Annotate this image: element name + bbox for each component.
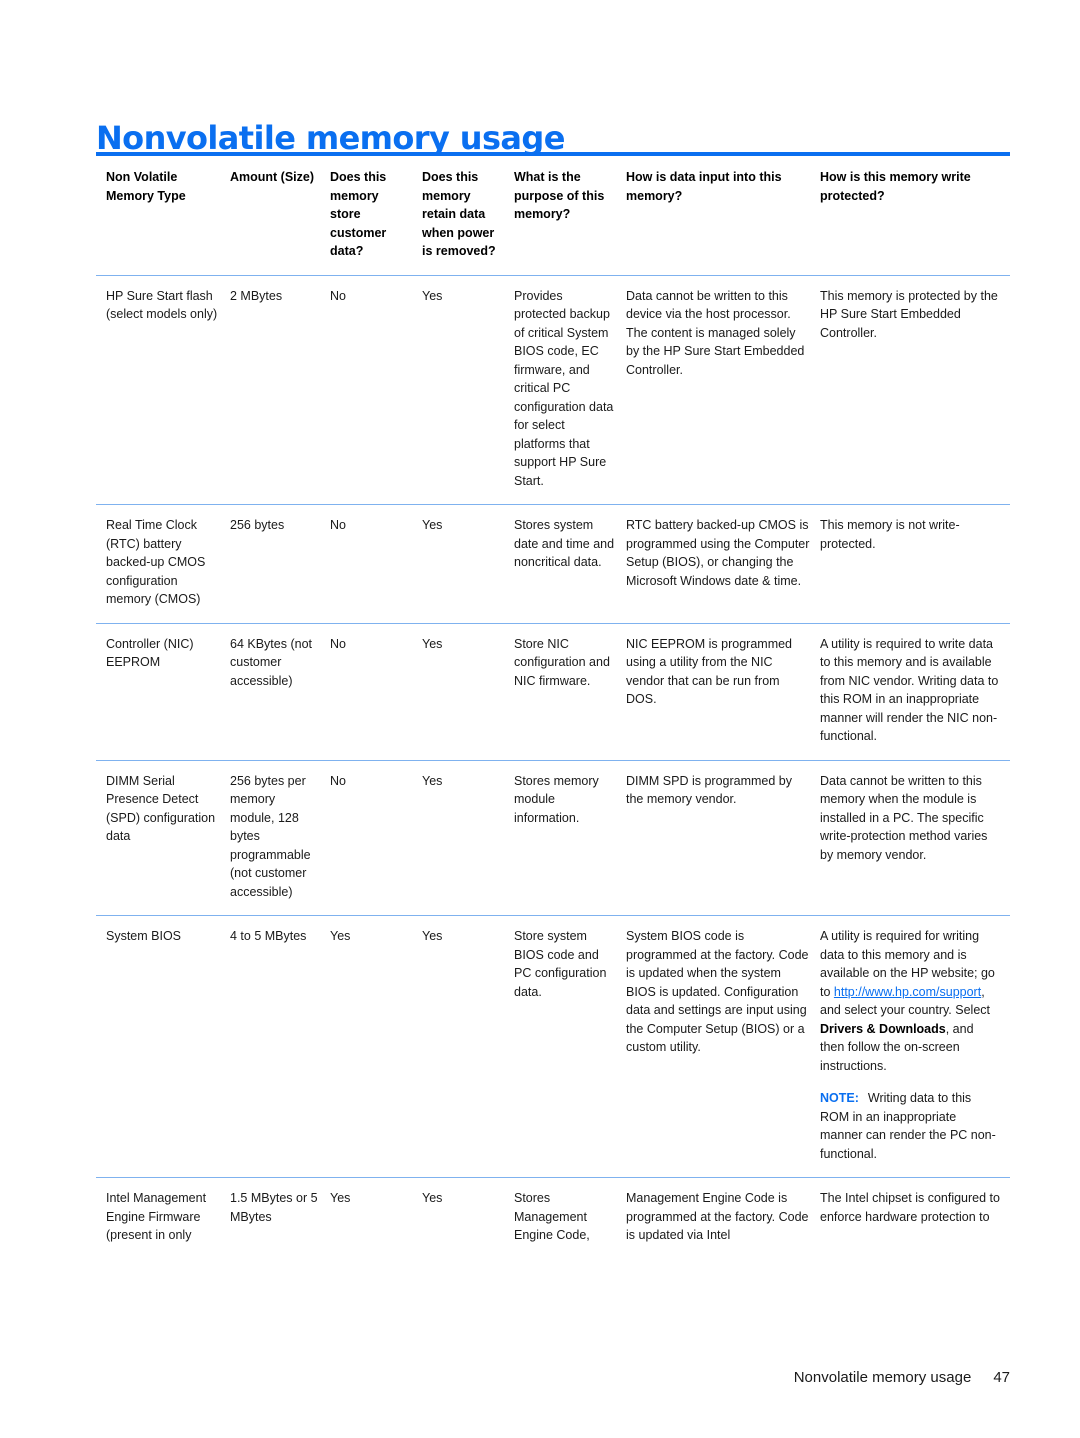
nonvolatile-memory-table: Non Volatile Memory Type Amount (Size) D… <box>96 152 1010 1259</box>
cell-amount: 256 bytes <box>230 504 330 624</box>
table-row: System BIOS 4 to 5 MBytes Yes Yes Store … <box>96 915 1010 1178</box>
table-row: Intel Management Engine Firmware (presen… <box>96 1178 1010 1259</box>
hp-support-link[interactable]: http://www.hp.com/support <box>834 985 981 999</box>
cell-retains-data: Yes <box>422 760 514 916</box>
cell-data-input: Management Engine Code is programmed at … <box>626 1191 809 1242</box>
cell-data-input: System BIOS code is programmed at the fa… <box>626 915 820 1178</box>
cell-stores-customer-data: No <box>330 623 422 761</box>
table-row: Real Time Clock (RTC) battery backed-up … <box>96 504 1010 624</box>
cell-purpose: Provides protected backup of critical Sy… <box>514 275 626 505</box>
footer-title: Nonvolatile memory usage <box>793 1369 972 1386</box>
table-body: HP Sure Start flash (select models only)… <box>96 275 1010 1259</box>
page-footer: Nonvolatile memory usage 47 <box>794 1369 1010 1386</box>
nonvolatile-memory-table-wrapper: Non Volatile Memory Type Amount (Size) D… <box>96 152 1010 1259</box>
cell-stores-customer-data: No <box>330 504 422 624</box>
column-header-data-input: How is data input into this memory? <box>626 154 820 276</box>
footer-page-number: 47 <box>993 1369 1010 1386</box>
cell-stores-customer-data: Yes <box>330 915 422 1178</box>
cell-memory-type: DIMM Serial Presence Detect (SPD) config… <box>96 760 230 916</box>
write-protection-paragraph: A utility is required for writing data t… <box>820 927 1000 1075</box>
column-header-memory-type: Non Volatile Memory Type <box>96 154 230 276</box>
cell-write-protection: Data cannot be written to this memory wh… <box>820 760 1010 916</box>
cell-amount: 64 KBytes (not customer accessible) <box>230 623 330 761</box>
cell-stores-customer-data: Yes <box>330 1191 351 1205</box>
cell-write-protection: This memory is not write-protected. <box>820 504 1010 624</box>
cell-memory-type: Intel Management Engine Firmware (presen… <box>106 1191 207 1242</box>
cell-amount: 256 bytes per memory module, 128 bytes p… <box>230 760 330 916</box>
note-label: NOTE: <box>820 1091 859 1105</box>
cell-write-protection: A utility is required for writing data t… <box>820 915 1010 1178</box>
cell-memory-type: System BIOS <box>96 915 230 1178</box>
column-header-purpose: What is the purpose of this memory? <box>514 154 626 276</box>
table-row: Controller (NIC) EEPROM 64 KBytes (not c… <box>96 623 1010 761</box>
cell-memory-type: Controller (NIC) EEPROM <box>96 623 230 761</box>
table-row: DIMM Serial Presence Detect (SPD) config… <box>96 760 1010 916</box>
cell-write-protection: The Intel chipset is configured to enfor… <box>820 1191 1000 1224</box>
cell-data-input: Data cannot be written to this device vi… <box>626 275 820 505</box>
cell-data-input: DIMM SPD is programmed by the memory ven… <box>626 760 820 916</box>
cell-purpose: Stores system date and time and noncriti… <box>514 504 626 624</box>
cell-purpose: Store NIC configuration and NIC firmware… <box>514 623 626 761</box>
cell-purpose: Stores Management Engine Code, <box>514 1191 590 1242</box>
table-row: HP Sure Start flash (select models only)… <box>96 275 1010 505</box>
drivers-downloads-label: Drivers & Downloads <box>820 1021 946 1036</box>
document-page: Nonvolatile memory usage Non Volatile Me… <box>0 0 1080 1438</box>
cell-memory-type: HP Sure Start flash (select models only) <box>96 275 230 505</box>
cell-amount: 1.5 MBytes or 5 MBytes <box>230 1191 318 1224</box>
cell-retains-data: Yes <box>422 915 514 1178</box>
column-header-stores-customer-data: Does this memory store customer data? <box>330 154 422 276</box>
cell-retains-data: Yes <box>422 275 514 505</box>
cell-write-protection: This memory is protected by the HP Sure … <box>820 275 1010 505</box>
cell-retains-data: Yes <box>422 1191 443 1205</box>
column-header-retains-data: Does this memory retain data when power … <box>422 154 514 276</box>
table-header-row: Non Volatile Memory Type Amount (Size) D… <box>96 154 1010 276</box>
table-header: Non Volatile Memory Type Amount (Size) D… <box>96 154 1010 276</box>
cell-data-input: RTC battery backed-up CMOS is programmed… <box>626 504 820 624</box>
cell-amount: 2 MBytes <box>230 275 330 505</box>
note-block: NOTE: Writing data to this ROM in an inap… <box>820 1089 1000 1163</box>
cell-data-input: NIC EEPROM is programmed using a utility… <box>626 623 820 761</box>
cell-write-protection: A utility is required to write data to t… <box>820 623 1010 761</box>
column-header-write-protected: How is this memory write protected? <box>820 154 1010 276</box>
column-header-amount: Amount (Size) <box>230 154 330 276</box>
cell-stores-customer-data: No <box>330 275 422 505</box>
cell-amount: 4 to 5 MBytes <box>230 915 330 1178</box>
cell-purpose: Store system BIOS code and PC configurat… <box>514 915 626 1178</box>
cell-purpose: Stores memory module information. <box>514 760 626 916</box>
cell-stores-customer-data: No <box>330 760 422 916</box>
cell-retains-data: Yes <box>422 504 514 624</box>
cell-memory-type: Real Time Clock (RTC) battery backed-up … <box>96 504 230 624</box>
cell-retains-data: Yes <box>422 623 514 761</box>
